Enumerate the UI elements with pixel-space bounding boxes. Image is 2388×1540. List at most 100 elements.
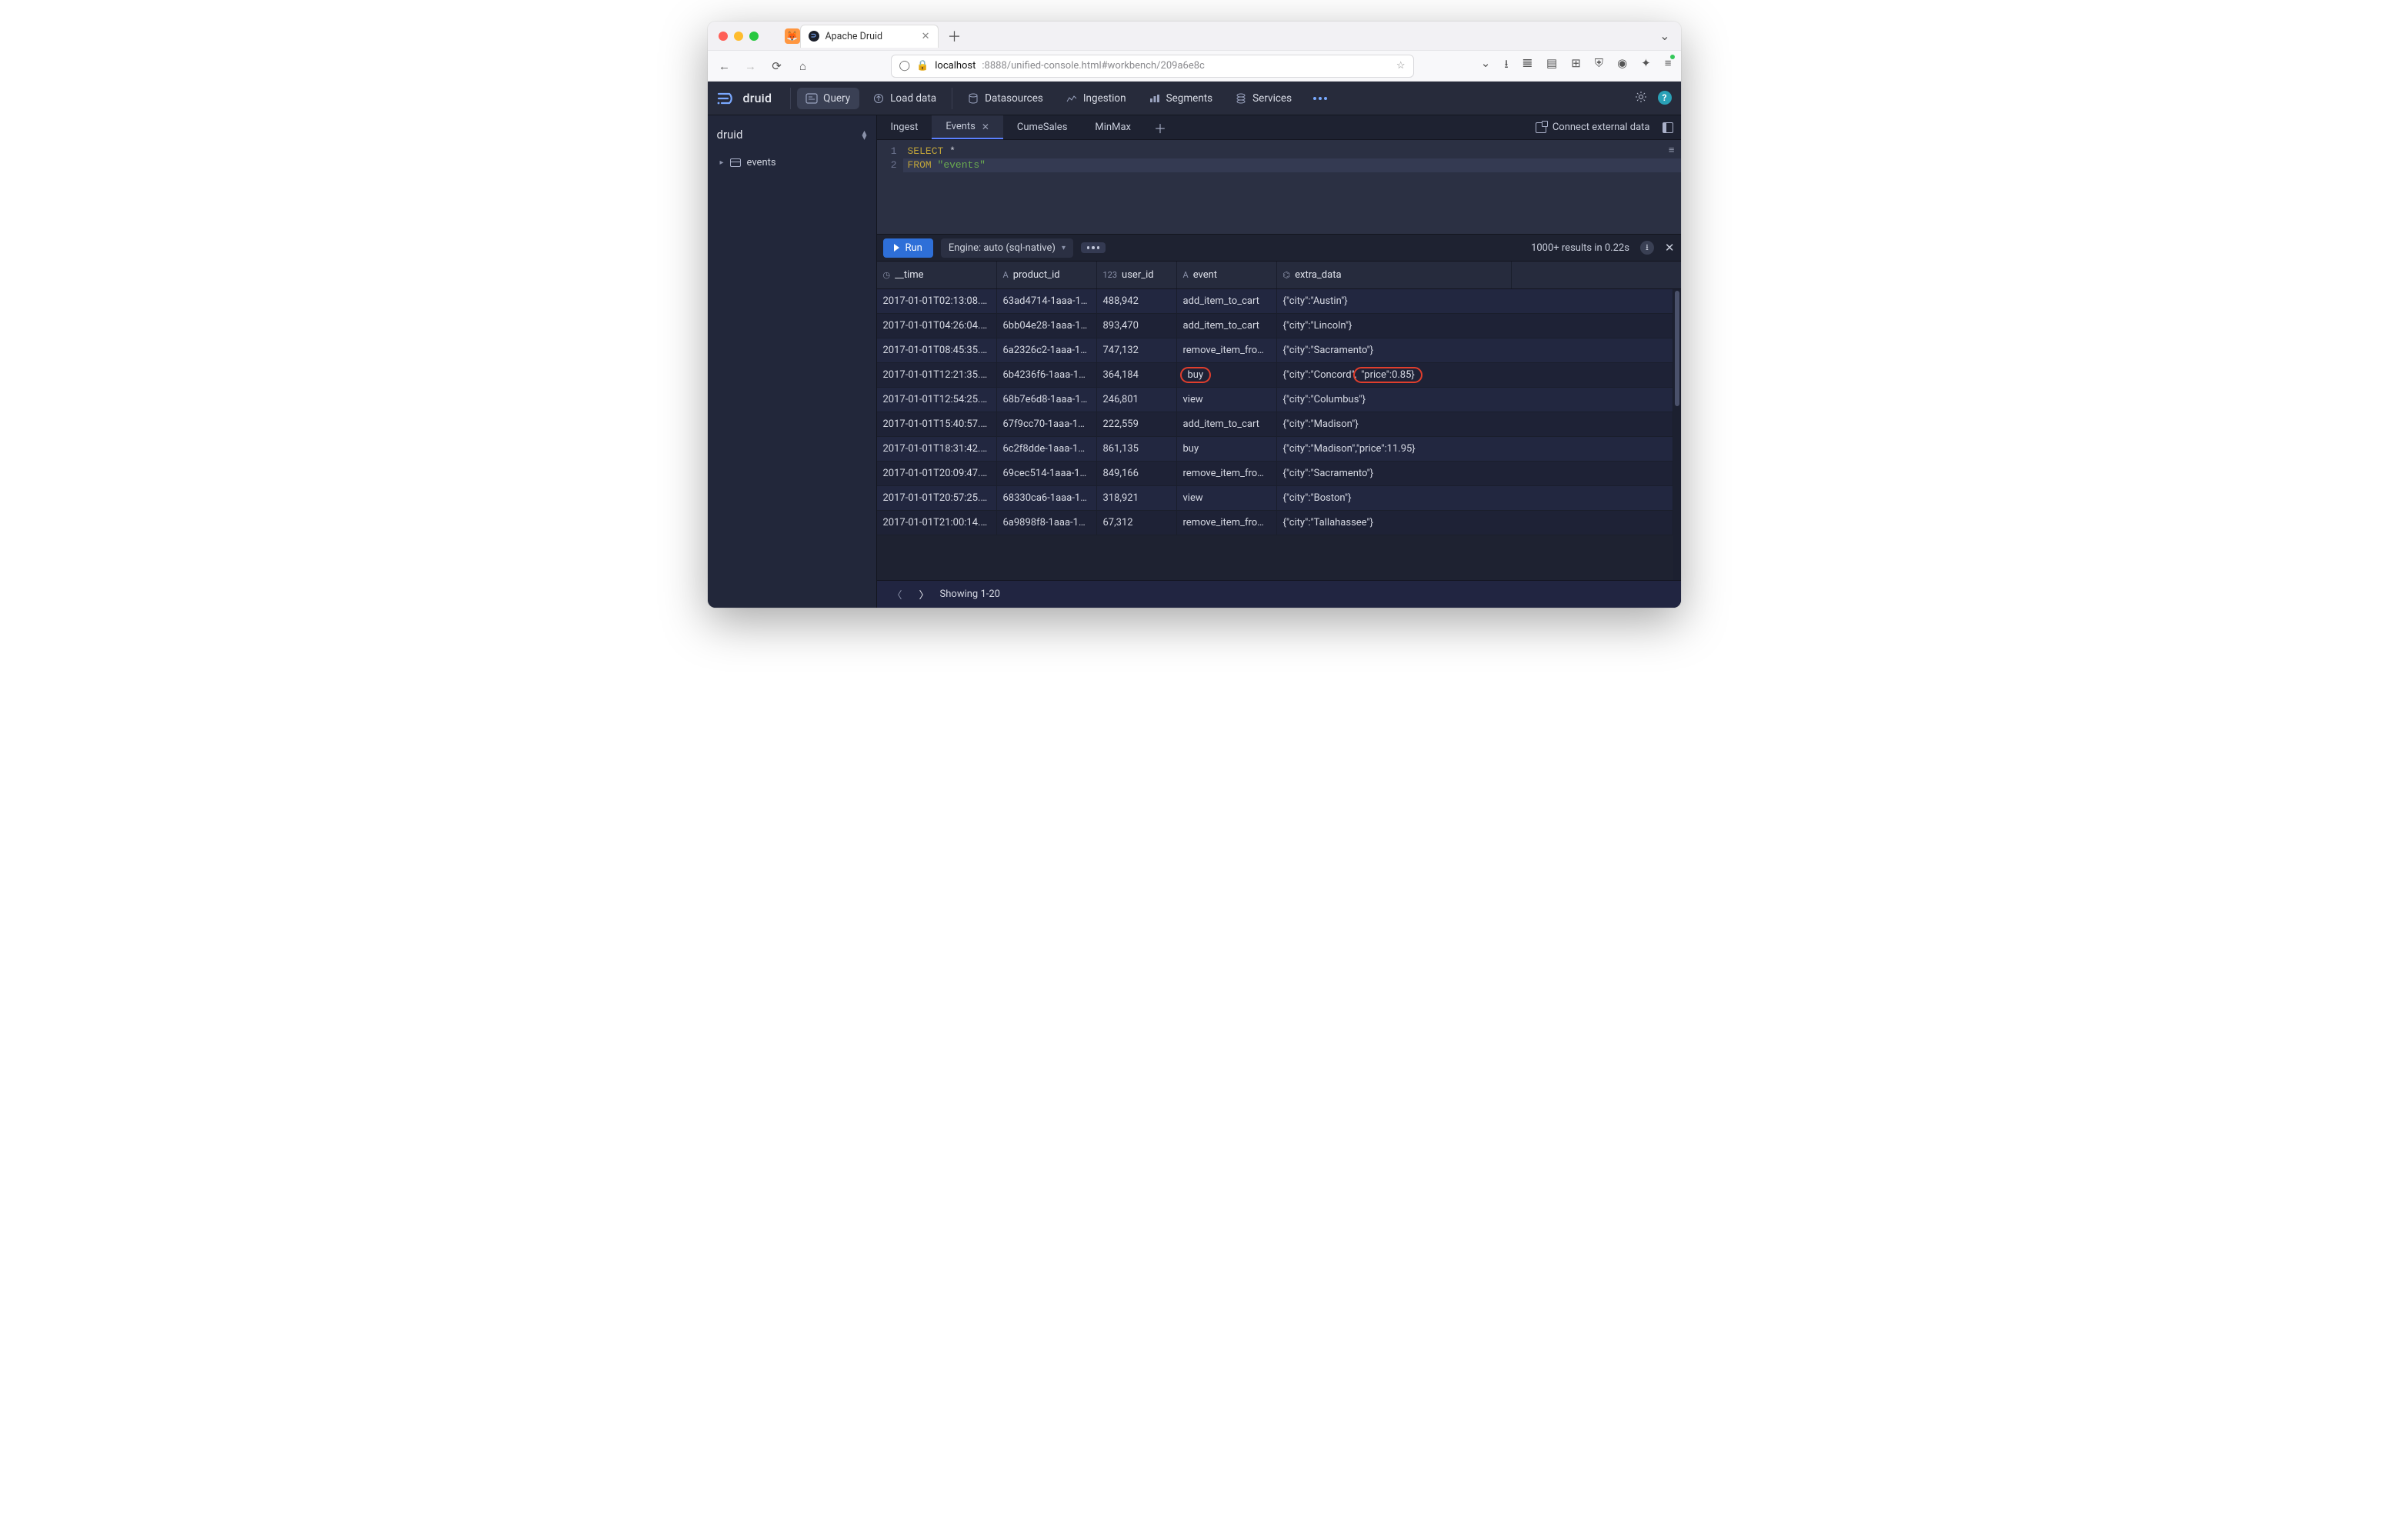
reload-button[interactable]: ⟳ <box>769 59 785 73</box>
workbench-add-tab[interactable]: ＋ <box>1145 118 1176 137</box>
pocket-icon[interactable]: ⌄ <box>1481 56 1491 75</box>
string-icon: A <box>1003 270 1009 280</box>
table-row[interactable]: 2017-01-01T12:54:25.000Z68b7e6d8-1aaa-11… <box>877 388 1673 412</box>
table-row[interactable]: 2017-01-01T12:21:35.000Z6b4236f6-1aaa-11… <box>877 363 1673 388</box>
sql-editor[interactable]: 12 SELECT * FROM "events" ≡ <box>877 140 1681 234</box>
workbench-main: Ingest Events ✕ CumeSales MinMax ＋ Conne… <box>877 115 1681 608</box>
window-titlebar: 🦊 ⊃ Apache Druid ✕ ＋ ⌄ <box>708 22 1681 51</box>
column-product-id[interactable]: Aproduct_id <box>997 262 1097 288</box>
address-bar[interactable]: ◯ 🔒 localhost:8888/unified-console.html#… <box>891 55 1414 78</box>
cell-extra-data: {"city":"Sacramento"} <box>1277 462 1673 485</box>
forward-button[interactable]: → <box>743 59 759 73</box>
library-icon[interactable]: 𝌆 <box>1523 56 1533 75</box>
scrollbar-thumb[interactable] <box>1675 291 1679 406</box>
table-row[interactable]: 2017-01-01T18:31:42.000Z6c2f8dde-1aaa-11… <box>877 437 1673 462</box>
nav-load-data[interactable]: Load data <box>864 88 946 109</box>
sidebar-header[interactable]: druid ▴▾ <box>708 123 876 151</box>
workbench-tab-minmax[interactable]: MinMax <box>1081 115 1145 139</box>
back-button[interactable]: ← <box>717 59 732 73</box>
cell-time: 2017-01-01T08:45:35.000Z <box>877 338 997 362</box>
workbench-tabs-right: Connect external data <box>1536 122 1681 133</box>
window-zoom-button[interactable] <box>749 32 759 41</box>
sql-string: "events" <box>938 159 986 171</box>
column-label: __time <box>895 269 923 281</box>
nav-datasources[interactable]: Datasources <box>959 88 1052 109</box>
query-icon <box>806 94 817 103</box>
table-row[interactable]: 2017-01-01T20:09:47.000Z69cec514-1aaa-11… <box>877 462 1673 486</box>
brand[interactable]: druid <box>717 91 772 106</box>
downloads-icon[interactable]: ⭳ <box>1504 56 1508 75</box>
window-close-button[interactable] <box>719 32 728 41</box>
browser-tab-apache-druid[interactable]: ⊃ Apache Druid ✕ <box>800 25 939 48</box>
workbench-tab-ingest[interactable]: Ingest <box>877 115 932 139</box>
workbench-tab-cumesales[interactable]: CumeSales <box>1003 115 1081 139</box>
column-event[interactable]: Aevent <box>1177 262 1277 288</box>
hamburger-menu-icon[interactable]: ≡ <box>1665 56 1672 75</box>
segments-icon <box>1149 94 1160 103</box>
run-button[interactable]: Run <box>883 238 933 258</box>
nav-segments[interactable]: Segments <box>1140 88 1222 109</box>
editor-code[interactable]: SELECT * FROM "events" <box>903 140 1681 234</box>
table-row[interactable]: 2017-01-01T20:57:25.000Z68330ca6-1aaa-11… <box>877 486 1673 511</box>
panel-toggle-icon[interactable] <box>1663 122 1673 133</box>
gear-icon[interactable] <box>1635 91 1647 106</box>
download-icon[interactable]: ⭳ <box>1640 241 1654 255</box>
pager-label: Showing 1-20 <box>940 588 1000 600</box>
database-icon <box>968 93 979 104</box>
run-more-button[interactable] <box>1081 242 1106 253</box>
bookmark-icon[interactable]: ☆ <box>1396 60 1406 72</box>
cell-time: 2017-01-01T18:31:42.000Z <box>877 437 997 461</box>
pager-next-icon[interactable]: 〉 <box>919 587 929 602</box>
caret-right-icon: ▸ <box>720 158 724 167</box>
table-row[interactable]: 2017-01-01T15:40:57.000Z67f9cc70-1aaa-11… <box>877 412 1673 437</box>
run-status-area: 1000+ results in 0.22s ⭳ ✕ <box>1531 241 1674 255</box>
cell-event: view <box>1177 486 1277 510</box>
table-row[interactable]: 2017-01-01T08:45:35.000Z6a2326c2-1aaa-11… <box>877 338 1673 363</box>
tabs-overflow-icon[interactable]: ⌄ <box>1659 28 1669 43</box>
complex-icon: ⌬ <box>1283 270 1291 280</box>
cell-event: buy <box>1177 363 1277 387</box>
druid-console: druid Query Load data Datasources <box>708 82 1681 608</box>
table-row[interactable]: 2017-01-01T02:13:08.000Z63ad4714-1aaa-11… <box>877 289 1673 314</box>
extensions-icon[interactable]: ✦ <box>1641 56 1651 75</box>
nav-query[interactable]: Query <box>797 88 859 109</box>
column-extra-data[interactable]: ⌬extra_data <box>1277 262 1512 288</box>
cell-product-id: 68b7e6d8-1aaa-11eb-ba <box>997 388 1097 412</box>
results-body[interactable]: 2017-01-01T02:13:08.000Z63ad4714-1aaa-11… <box>877 289 1673 580</box>
engine-selector[interactable]: Engine: auto (sql-native) ▾ <box>941 238 1073 258</box>
tab-close-icon[interactable]: ✕ <box>922 31 930 42</box>
editor-menu-icon[interactable]: ≡ <box>1669 145 1675 156</box>
caret-down-icon: ▾ <box>1062 244 1066 252</box>
privacy-shield-icon[interactable]: ⛨ <box>1595 56 1603 75</box>
highlight-oval: "price":0.85} <box>1353 367 1422 383</box>
new-tab-button[interactable]: ＋ <box>943 26 966 46</box>
cell-event: view <box>1177 388 1277 412</box>
number-icon: 123 <box>1103 270 1118 280</box>
home-button[interactable]: ⌂ <box>795 59 811 73</box>
tab-close-icon[interactable]: ✕ <box>982 122 989 132</box>
tree-item-events[interactable]: ▸ events <box>719 154 869 172</box>
scrollbar-track[interactable] <box>1673 289 1681 580</box>
nav-ingestion[interactable]: Ingestion <box>1057 88 1136 109</box>
column-time[interactable]: ◷__time <box>877 262 997 288</box>
cell-time: 2017-01-01T20:09:47.000Z <box>877 462 997 485</box>
window-minimize-button[interactable] <box>734 32 743 41</box>
connect-external-data[interactable]: Connect external data <box>1536 122 1650 133</box>
toolbar-extensions: ⌄ ⭳ 𝌆 ▤ ⊞ ⛨ ◉ ✦ ≡ <box>1481 56 1672 75</box>
nav-more[interactable] <box>1306 92 1335 105</box>
reader-icon[interactable]: ▤ <box>1546 56 1557 75</box>
column-user-id[interactable]: 123user_id <box>1097 262 1177 288</box>
table-row[interactable]: 2017-01-01T21:00:14.000Z6a9898f8-1aaa-11… <box>877 511 1673 535</box>
engine-label: Engine: auto (sql-native) <box>949 242 1056 254</box>
workbench-tab-events[interactable]: Events ✕ <box>932 115 1003 139</box>
sort-icon[interactable]: ▴▾ <box>862 130 866 139</box>
table-row[interactable]: 2017-01-01T04:26:04.000Z6bb04e28-1aaa-11… <box>877 314 1673 338</box>
eye-icon[interactable]: ◉ <box>1617 56 1627 75</box>
cell-extra-data: {"city":"Lincoln"} <box>1277 314 1673 338</box>
help-icon[interactable]: ? <box>1658 91 1672 105</box>
results-close-icon[interactable]: ✕ <box>1665 241 1675 255</box>
cell-extra-data: {"city":"Sacramento"} <box>1277 338 1673 362</box>
pager-prev-icon[interactable]: 〈 <box>892 587 902 602</box>
nav-services[interactable]: Services <box>1226 88 1301 109</box>
grid-icon[interactable]: ⊞ <box>1571 56 1581 75</box>
